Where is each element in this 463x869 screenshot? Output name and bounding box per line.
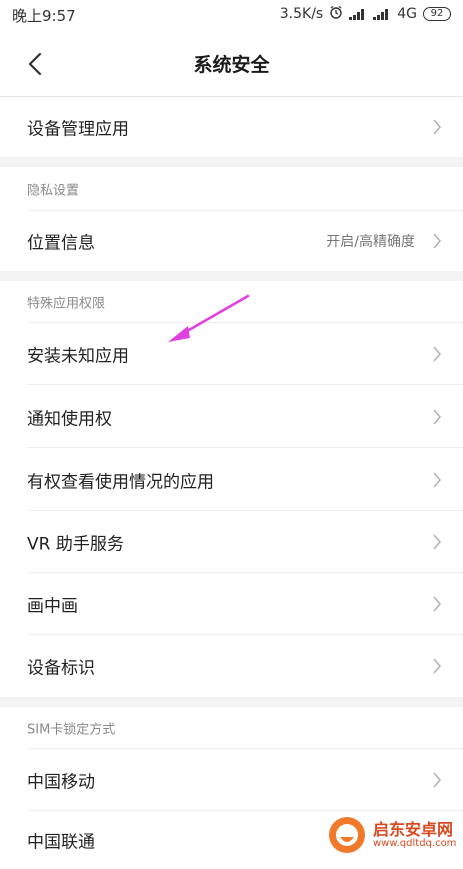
battery-level: 92 (430, 8, 444, 19)
page-title: 系统安全 (193, 54, 270, 76)
chevron-right-icon (433, 772, 442, 788)
section-header-text: 隐私设置 (27, 183, 80, 199)
row-label: 安装未知应用 (27, 346, 129, 367)
row-label: 画中画 (27, 596, 78, 617)
row-vr-helper[interactable]: VR 助手服务 (0, 511, 463, 573)
chevron-right-icon (433, 233, 442, 249)
row-label: 位置信息 (27, 233, 95, 254)
chevron-right-icon (433, 658, 442, 674)
chevron-right-icon (433, 408, 442, 425)
row-location[interactable]: 位置信息 开启/高精确度 (0, 211, 463, 271)
row-picture-in-picture[interactable]: 画中画 (0, 573, 463, 635)
signal-icon (349, 8, 367, 20)
signal-icon-2 (373, 8, 391, 20)
row-device-admin[interactable]: 设备管理应用 (0, 97, 463, 157)
row-device-identifier[interactable]: 设备标识 (0, 635, 463, 697)
row-label: VR 助手服务 (27, 534, 124, 555)
section-divider (0, 697, 463, 707)
row-label: 中国联通 (27, 832, 95, 853)
row-label: 设备标识 (27, 658, 95, 679)
row-label: 中国移动 (27, 772, 95, 793)
row-notification-access[interactable]: 通知使用权 (0, 385, 463, 448)
row-install-unknown-apps[interactable]: 安装未知应用 (0, 323, 463, 385)
status-indicators: 3.5K/s 4G 92 (280, 5, 451, 23)
section-divider (0, 157, 463, 167)
chevron-right-icon (433, 346, 442, 362)
row-usage-access[interactable]: 有权查看使用情况的应用 (0, 448, 463, 511)
section-header-privacy: 隐私设置 (0, 167, 463, 211)
chevron-right-icon (433, 119, 442, 135)
row-label: 有权查看使用情况的应用 (27, 472, 214, 492)
network-speed: 3.5K/s (279, 6, 324, 22)
network-type: 4G (397, 6, 417, 22)
row-china-unicom[interactable]: 中国联通 (0, 811, 463, 869)
section-header-text: 特殊应用权限 (27, 296, 106, 312)
chevron-right-icon (433, 534, 442, 550)
chevron-right-icon (433, 471, 442, 488)
row-label: 通知使用权 (27, 409, 112, 429)
status-bar: 晚上9:57 3.5K/s 4G 92 (0, 0, 463, 28)
battery-icon: 92 (423, 7, 451, 21)
alarm-icon (329, 5, 343, 23)
row-china-mobile[interactable]: 中国移动 (0, 749, 463, 811)
row-label: 设备管理应用 (27, 119, 129, 140)
row-value: 开启/高精确度 (326, 234, 415, 250)
section-header-text: SIM卡锁定方式 (27, 722, 116, 738)
section-header-special: 特殊应用权限 (0, 281, 463, 323)
chevron-right-icon (433, 596, 442, 612)
header: 系统安全 (0, 28, 463, 97)
section-header-sim: SIM卡锁定方式 (0, 707, 463, 749)
status-time: 晚上9:57 (12, 7, 76, 25)
section-divider (0, 271, 463, 281)
